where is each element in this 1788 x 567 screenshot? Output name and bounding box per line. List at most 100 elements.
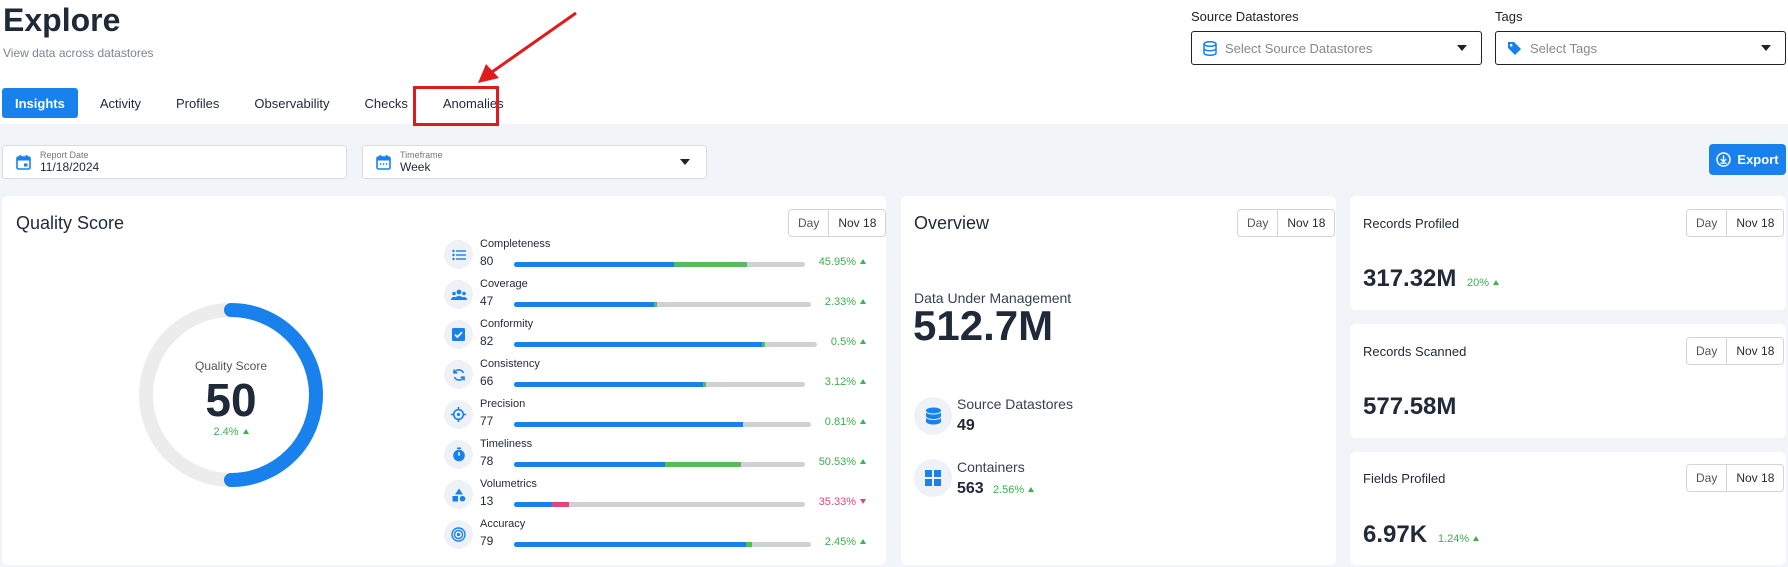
records-profiled-change: 20% bbox=[1467, 277, 1500, 289]
source-datastores-stat-value: 49 bbox=[957, 417, 975, 434]
pill-date[interactable]: Nov 18 bbox=[1278, 216, 1334, 230]
metric-change-conformity: 0.5% bbox=[800, 336, 866, 348]
metric-bar-consistency bbox=[514, 382, 805, 387]
tab-profiles[interactable]: Profiles bbox=[163, 88, 232, 118]
metric-name-accuracy: Accuracy bbox=[480, 518, 526, 530]
pill-day[interactable]: Day bbox=[1687, 338, 1728, 364]
metric-value-conformity: 82 bbox=[480, 334, 494, 348]
fields-profiled-title: Fields Profiled bbox=[1363, 471, 1446, 486]
records-scanned-title: Records Scanned bbox=[1363, 344, 1467, 359]
tags-placeholder: Select Tags bbox=[1530, 40, 1597, 56]
records-profiled-value: 317.32M bbox=[1363, 265, 1457, 292]
data-under-management-value: 512.7M bbox=[913, 302, 1054, 349]
metric-bar-timeliness bbox=[514, 462, 805, 467]
metric-bar-coverage bbox=[514, 302, 811, 307]
fields-profiled-timeframe-pill[interactable]: Day Nov 18 bbox=[1686, 464, 1785, 492]
pill-date[interactable]: Nov 18 bbox=[1727, 216, 1783, 230]
overview-timeframe-pill[interactable]: Day Nov 18 bbox=[1237, 209, 1336, 237]
containers-stat-label: Containers bbox=[957, 459, 1025, 475]
page-subtitle: View data across datastores bbox=[3, 46, 154, 60]
containers-stat-change: 2.56% bbox=[993, 484, 1035, 496]
tags-label: Tags bbox=[1495, 9, 1523, 24]
quality-score-change: 2.4% bbox=[136, 426, 326, 438]
records-profiled-title: Records Profiled bbox=[1363, 216, 1460, 231]
metric-name-timeliness: Timeliness bbox=[480, 438, 533, 450]
overview-card bbox=[901, 196, 1336, 565]
timeframe-select[interactable]: Timeframe Week bbox=[362, 145, 707, 179]
tab-observability[interactable]: Observability bbox=[241, 88, 342, 118]
export-button[interactable]: Export bbox=[1709, 144, 1786, 175]
quality-score-value: 50 bbox=[205, 374, 257, 426]
metric-value-timeliness: 78 bbox=[480, 454, 494, 468]
chevron-down-icon bbox=[1457, 45, 1467, 51]
metric-value-consistency: 66 bbox=[480, 374, 494, 388]
metric-bar-volumetrics bbox=[514, 502, 805, 507]
metric-change-completeness: 45.95% bbox=[800, 256, 866, 268]
fields-profiled-value: 6.97K bbox=[1363, 521, 1428, 548]
database-icon bbox=[914, 397, 952, 435]
records-profiled-timeframe-pill[interactable]: Day Nov 18 bbox=[1686, 209, 1785, 237]
metric-value-coverage: 47 bbox=[480, 294, 494, 308]
export-icon bbox=[1716, 152, 1732, 167]
export-label: Export bbox=[1737, 152, 1779, 167]
metric-bar-precision bbox=[514, 422, 811, 427]
anomalies-highlight-box bbox=[413, 86, 499, 126]
metric-change-precision: 0.81% bbox=[800, 416, 866, 428]
metric-name-consistency: Consistency bbox=[480, 358, 540, 370]
metric-name-conformity: Conformity bbox=[480, 318, 534, 330]
metric-change-volumetrics: 35.33% bbox=[800, 496, 866, 508]
pill-date[interactable]: Nov 18 bbox=[1727, 344, 1783, 358]
report-date-field[interactable]: Report Date 11/18/2024 bbox=[2, 145, 347, 179]
report-date-label: Report Date bbox=[40, 150, 89, 160]
records-scanned-timeframe-pill[interactable]: Day Nov 18 bbox=[1686, 337, 1785, 365]
metric-change-timeliness: 50.53% bbox=[800, 456, 866, 468]
containers-stat-value: 563 bbox=[957, 480, 984, 497]
pill-day[interactable]: Day bbox=[1687, 210, 1728, 236]
crosshair-icon bbox=[444, 400, 473, 429]
metric-name-volumetrics: Volumetrics bbox=[480, 478, 537, 490]
gauge-label: Quality Score bbox=[194, 359, 268, 373]
calendar-icon bbox=[376, 154, 391, 170]
people-icon bbox=[444, 280, 473, 309]
timeframe-value: Week bbox=[400, 160, 431, 174]
pill-date[interactable]: Nov 18 bbox=[829, 216, 885, 230]
source-datastores-stat-label: Source Datastores bbox=[957, 396, 1073, 412]
metric-name-completeness: Completeness bbox=[480, 238, 551, 250]
tab-checks[interactable]: Checks bbox=[352, 88, 421, 118]
source-datastores-label: Source Datastores bbox=[1191, 9, 1299, 24]
source-datastores-select[interactable]: Select Source Datastores bbox=[1191, 31, 1482, 65]
tab-activity[interactable]: Activity bbox=[87, 88, 154, 118]
pill-date[interactable]: Nov 18 bbox=[1727, 471, 1783, 485]
chevron-down-icon bbox=[1761, 45, 1771, 51]
pill-day[interactable]: Day bbox=[789, 210, 830, 236]
pill-day[interactable]: Day bbox=[1687, 465, 1728, 491]
pill-day[interactable]: Day bbox=[1238, 210, 1279, 236]
metric-change-consistency: 3.12% bbox=[800, 376, 866, 388]
page-title: Explore bbox=[3, 2, 121, 38]
page-header: Explore View data across datastores Sour… bbox=[0, 0, 1788, 126]
fields-profiled-change: 1.24% bbox=[1438, 533, 1480, 545]
quality-timeframe-pill[interactable]: Day Nov 18 bbox=[788, 209, 887, 237]
timer-icon bbox=[444, 440, 473, 469]
metric-bar-completeness bbox=[514, 262, 805, 267]
metric-value-precision: 77 bbox=[480, 414, 494, 428]
tab-insights[interactable]: Insights bbox=[2, 88, 78, 118]
sync-icon bbox=[444, 360, 473, 389]
records-scanned-value: 577.58M bbox=[1363, 393, 1457, 420]
tags-select[interactable]: Select Tags bbox=[1495, 31, 1786, 65]
metric-change-coverage: 2.33% bbox=[800, 296, 866, 308]
metric-bar-accuracy bbox=[514, 542, 811, 547]
metric-value-volumetrics: 13 bbox=[480, 494, 494, 508]
chevron-down-icon bbox=[680, 159, 690, 165]
timeframe-label: Timeframe bbox=[400, 150, 443, 160]
tag-icon bbox=[1508, 41, 1521, 55]
quality-score-title: Quality Score bbox=[16, 213, 125, 233]
report-date-value: 11/18/2024 bbox=[40, 160, 100, 174]
metric-name-coverage: Coverage bbox=[480, 278, 528, 290]
metric-bar-conformity bbox=[514, 342, 817, 347]
shapes-icon bbox=[444, 480, 473, 509]
grid-icon bbox=[914, 459, 952, 497]
metric-change-accuracy: 2.45% bbox=[800, 536, 866, 548]
metric-value-completeness: 80 bbox=[480, 254, 494, 268]
metric-value-accuracy: 79 bbox=[480, 534, 494, 548]
